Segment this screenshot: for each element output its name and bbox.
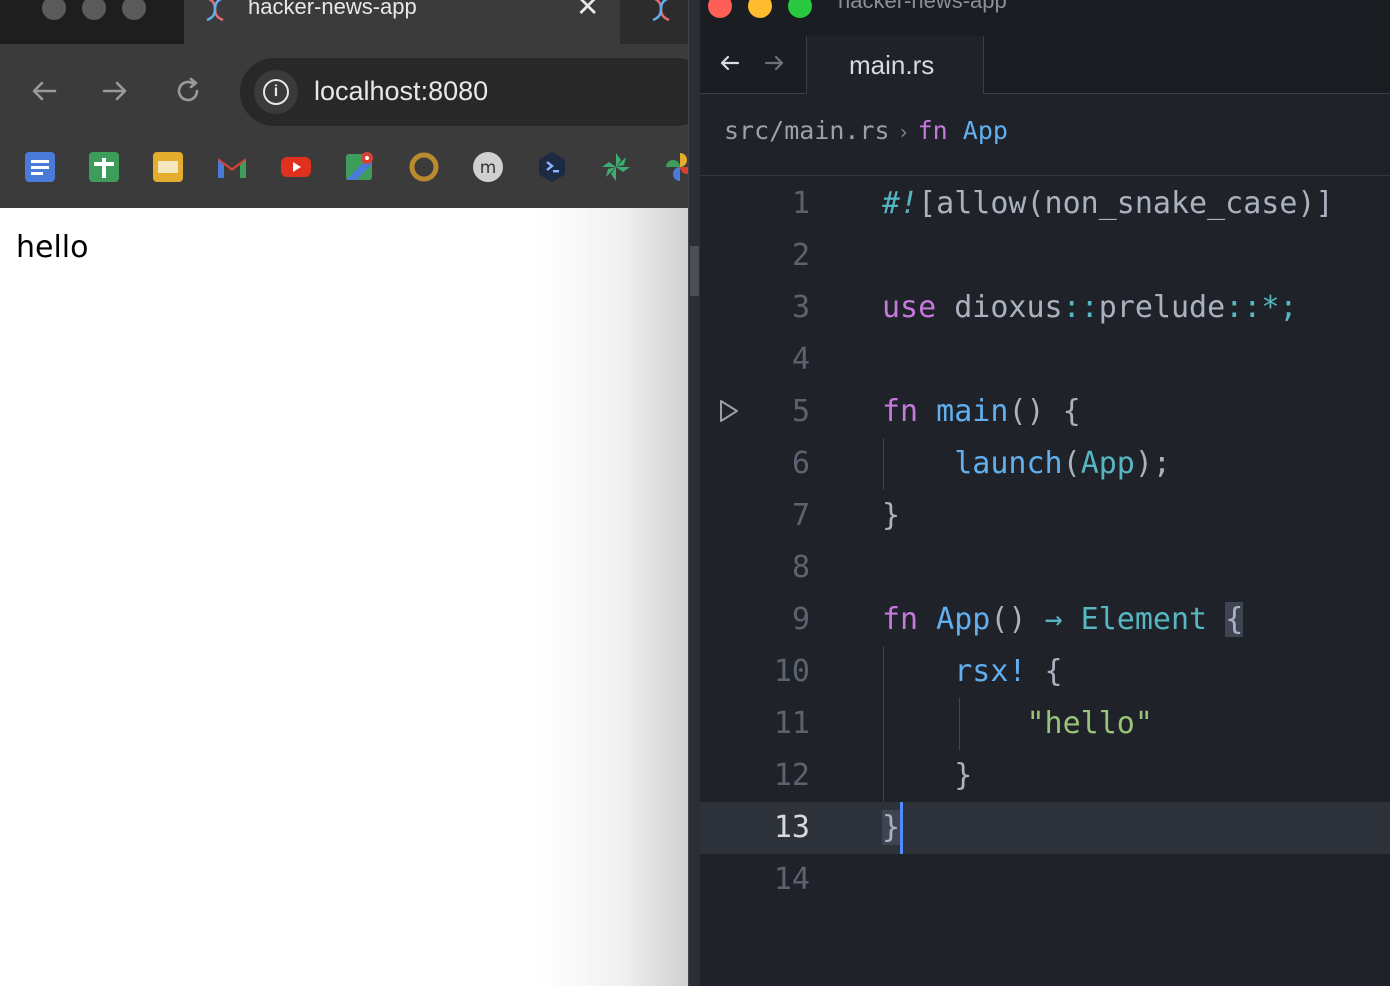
code-line[interactable]: 8 (700, 542, 1390, 594)
line-number: 4 (791, 342, 810, 377)
code-line[interactable]: 1 #![allow(non_snake_case)] (700, 178, 1390, 230)
browser-tab-title: hacker-news-app (248, 0, 417, 19)
editor-tab-label: main.rs (849, 50, 935, 80)
code-editor-window: hacker-news-app main.rs src/main.rs › fn A… (700, 0, 1390, 986)
indent-guide (959, 698, 960, 750)
code-line[interactable]: 4 (700, 334, 1390, 386)
code-text: "hello" (1026, 706, 1153, 741)
line-number: 9 (791, 602, 810, 637)
matching-brace: } (882, 810, 901, 845)
line-number: 3 (791, 290, 810, 325)
youtube-icon[interactable] (279, 150, 313, 184)
browser-tab-active[interactable]: hacker-news-app ✕ (184, 0, 620, 44)
sheets-icon[interactable] (87, 150, 121, 184)
forward-arrow-icon[interactable] (98, 74, 132, 108)
breadcrumb-symbol[interactable]: App (963, 116, 1008, 145)
m-circle-icon[interactable]: m (471, 150, 505, 184)
page-viewport: hello (0, 208, 688, 986)
minimize-window-dot[interactable] (748, 0, 772, 18)
code-line[interactable]: 9 fn App() → Element { (700, 594, 1390, 646)
editor-tab-bar: main.rs (700, 36, 1390, 94)
svg-text:m: m (480, 158, 497, 178)
minimize-window-dot[interactable] (82, 0, 106, 20)
close-window-dot[interactable] (708, 0, 732, 18)
editor-divider (700, 175, 1390, 176)
text-cursor (900, 802, 903, 854)
reload-icon[interactable] (171, 74, 205, 108)
docs-icon[interactable] (23, 150, 57, 184)
matching-brace: { (1225, 602, 1244, 637)
gmail-icon[interactable] (215, 150, 249, 184)
dioxus-favicon-icon (206, 0, 224, 22)
maps-icon[interactable] (343, 150, 377, 184)
code-text: } (882, 810, 901, 845)
code-text: fn App() → Element { (882, 602, 1244, 637)
line-number: 7 (791, 498, 810, 533)
breadcrumb[interactable]: src/main.rs › fn App (724, 116, 1008, 145)
bookmarks-bar: m (0, 138, 688, 208)
code-line[interactable]: 11 "hello" (700, 698, 1390, 750)
close-window-dot[interactable] (42, 0, 66, 20)
line-number: 1 (791, 186, 810, 221)
editor-title-bar: hacker-news-app (700, 0, 1390, 36)
code-line[interactable]: 2 (700, 230, 1390, 282)
line-number: 2 (791, 238, 810, 273)
line-number: 14 (773, 862, 810, 897)
code-line-current[interactable]: 13 } (700, 802, 1390, 854)
photos-icon[interactable] (663, 150, 688, 184)
run-play-icon[interactable] (718, 398, 740, 424)
line-number: 6 (791, 446, 810, 481)
address-bar[interactable]: i localhost:8080 (240, 58, 688, 126)
scroll-thumb[interactable] (690, 246, 699, 296)
line-number: 12 (773, 758, 810, 793)
browser-toolbar: i localhost:8080 (0, 44, 688, 138)
dioxus-favicon-icon (652, 0, 670, 22)
window-split-divider[interactable] (688, 0, 700, 986)
url-text[interactable]: localhost:8080 (314, 76, 488, 107)
back-arrow-icon[interactable] (718, 48, 742, 84)
info-icon: i (263, 79, 289, 105)
zoom-window-dot[interactable] (122, 0, 146, 20)
browser-tab-strip: hacker-news-app ✕ (0, 0, 688, 44)
zoom-window-dot[interactable] (788, 0, 812, 18)
ring-icon[interactable] (407, 150, 441, 184)
page-hello-text: hello (16, 230, 89, 265)
line-number: 5 (791, 394, 810, 429)
code-line[interactable]: 12 } (700, 750, 1390, 802)
line-number: 8 (791, 550, 810, 585)
code-text: #![allow(non_snake_case)] (882, 186, 1334, 221)
browser-window: hacker-news-app ✕ i localhost:8080 m hel… (0, 0, 688, 986)
code-text: fn main() { (882, 394, 1081, 429)
breadcrumb-separator: › (897, 120, 910, 144)
browser-tab-inactive[interactable] (620, 0, 688, 44)
line-number: 10 (773, 654, 810, 689)
code-text: use dioxus::prelude::*; (882, 290, 1298, 325)
code-area[interactable]: 1 #![allow(non_snake_case)] 2 3 use diox… (700, 178, 1390, 906)
line-number: 11 (773, 706, 810, 741)
breadcrumb-keyword: fn (917, 116, 948, 145)
indent-guide (883, 438, 884, 490)
forward-arrow-icon[interactable] (762, 48, 786, 84)
back-arrow-icon[interactable] (27, 74, 61, 108)
pinwheel-icon[interactable] (599, 150, 633, 184)
editor-tab-main-rs[interactable]: main.rs (806, 36, 984, 94)
code-line[interactable]: 5 fn main() { (700, 386, 1390, 438)
code-text: launch(App); (954, 446, 1171, 481)
line-number: 13 (773, 810, 810, 845)
code-text: rsx! { (954, 654, 1063, 689)
slides-icon[interactable] (151, 150, 185, 184)
editor-window-title: hacker-news-app (838, 0, 1007, 13)
code-text: } (954, 758, 973, 793)
indent-guide (883, 646, 884, 802)
code-line[interactable]: 10 rsx! { (700, 646, 1390, 698)
code-line[interactable]: 3 use dioxus::prelude::*; (700, 282, 1390, 334)
code-text: } (882, 498, 901, 533)
breadcrumb-path[interactable]: src/main.rs (724, 116, 890, 145)
site-info-button[interactable]: i (254, 70, 298, 114)
code-line[interactable]: 6 launch(App); (700, 438, 1390, 490)
tab-close-icon[interactable]: ✕ (576, 0, 599, 22)
shell-hex-icon[interactable] (535, 150, 569, 184)
code-line[interactable]: 7 } (700, 490, 1390, 542)
code-line[interactable]: 14 (700, 854, 1390, 906)
